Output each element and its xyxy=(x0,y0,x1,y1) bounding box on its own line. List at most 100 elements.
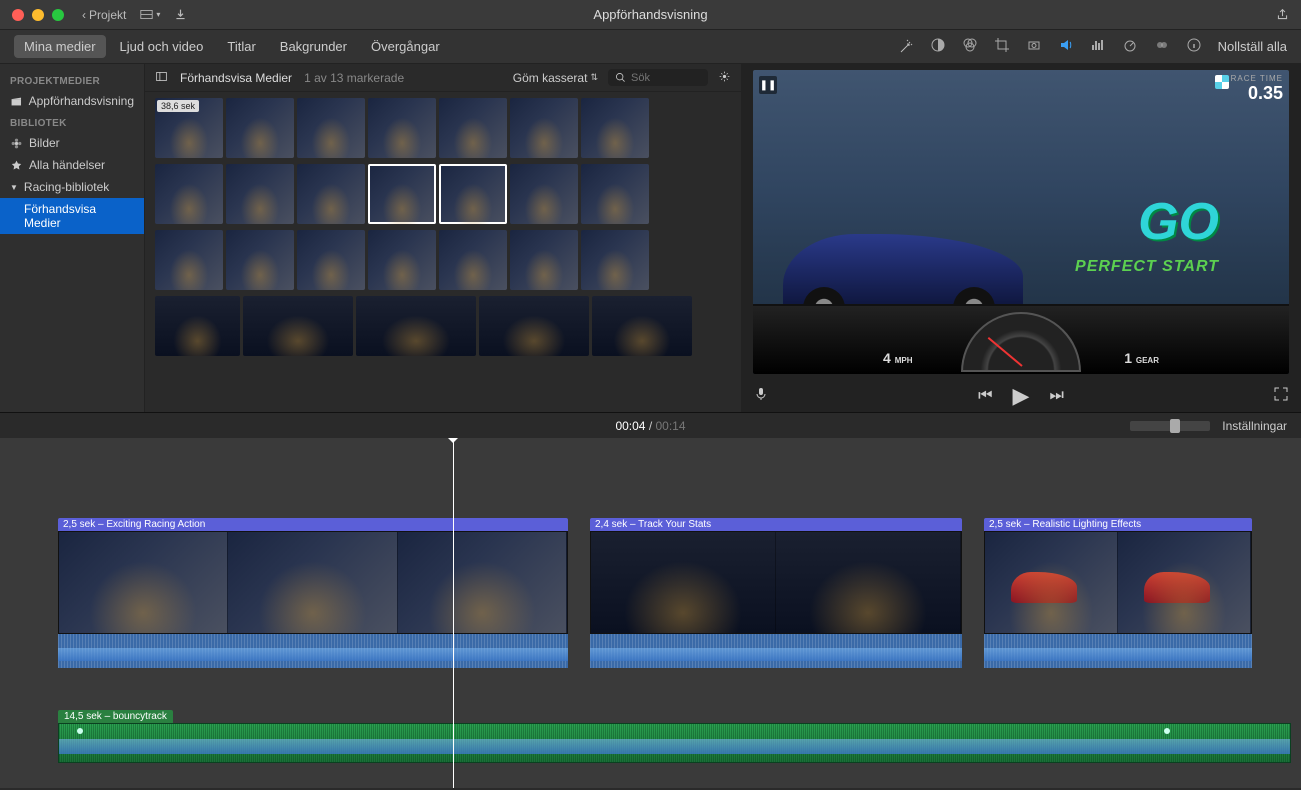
media-thumb[interactable]: 38,6 sek xyxy=(155,98,223,158)
clapper-icon xyxy=(10,95,23,108)
clip-audio-waveform[interactable] xyxy=(984,634,1252,668)
sidebar-toggle-icon[interactable] xyxy=(155,70,168,86)
media-thumb[interactable] xyxy=(243,296,353,356)
media-thumb[interactable] xyxy=(155,296,240,356)
chevron-left-icon: ‹ xyxy=(82,8,86,22)
media-thumb-selected[interactable] xyxy=(368,164,436,224)
stabilize-icon[interactable] xyxy=(1026,37,1042,56)
tab-transitions[interactable]: Övergångar xyxy=(361,35,450,58)
zoom-slider[interactable] xyxy=(1130,421,1210,431)
close-window[interactable] xyxy=(12,9,24,21)
media-tabs: Mina medier Ljud och video Titlar Bakgru… xyxy=(14,35,450,58)
timeline-clip[interactable]: 2,5 sek – Realistic Lighting Effects xyxy=(984,518,1252,668)
playhead[interactable] xyxy=(453,438,454,788)
equalizer-icon[interactable] xyxy=(1090,37,1106,56)
sidebar-label: Racing-bibliotek xyxy=(24,180,109,194)
film-icon xyxy=(140,8,153,21)
library-list-button[interactable]: ▾ xyxy=(140,8,160,21)
star-icon xyxy=(10,159,23,172)
timeline-clip[interactable]: 2,5 sek – Exciting Racing Action xyxy=(58,518,568,668)
voiceover-button[interactable] xyxy=(753,386,769,407)
media-thumb[interactable] xyxy=(226,230,294,290)
audio-track: 14,5 sek – bouncytrack xyxy=(58,708,1291,763)
browser-grid[interactable]: 38,6 sek xyxy=(145,92,741,412)
sidebar-item-all-events[interactable]: Alla händelser xyxy=(0,154,144,176)
timeline[interactable]: 2,5 sek – Exciting Racing Action 2,4 sek… xyxy=(0,438,1301,788)
settings-link[interactable]: Inställningar xyxy=(1222,419,1287,433)
color-balance-icon[interactable] xyxy=(930,37,946,56)
tab-my-media[interactable]: Mina medier xyxy=(14,35,106,58)
media-thumb[interactable] xyxy=(581,98,649,158)
media-thumb[interactable] xyxy=(155,230,223,290)
sidebar-item-app-preview[interactable]: Appförhandsvisning xyxy=(0,90,144,112)
game-dashboard: 4 MPH 1 GEAR xyxy=(753,304,1289,374)
media-thumb[interactable] xyxy=(479,296,589,356)
tab-audio-video[interactable]: Ljud och video xyxy=(110,35,214,58)
media-thumb[interactable] xyxy=(297,98,365,158)
timeline-clip[interactable]: 2,4 sek – Track Your Stats xyxy=(590,518,962,668)
back-button[interactable]: ‹ Projekt xyxy=(82,8,126,22)
fullscreen-button[interactable] xyxy=(1273,386,1289,407)
media-thumb[interactable] xyxy=(356,296,476,356)
filter-dropdown[interactable]: Göm kasserat ⇅ xyxy=(513,71,598,85)
media-thumb[interactable] xyxy=(155,164,223,224)
minimize-window[interactable] xyxy=(32,9,44,21)
media-thumb[interactable] xyxy=(297,164,365,224)
enhance-button[interactable] xyxy=(898,39,914,55)
clip-audio-waveform[interactable] xyxy=(58,634,568,668)
keyframe-icon[interactable] xyxy=(77,728,83,734)
zoom-window[interactable] xyxy=(52,9,64,21)
media-thumb[interactable] xyxy=(297,230,365,290)
media-thumb[interactable] xyxy=(368,98,436,158)
sidebar-item-racing-library[interactable]: ▼ Racing-bibliotek xyxy=(0,176,144,198)
crop-icon[interactable] xyxy=(994,37,1010,56)
tab-backgrounds[interactable]: Bakgrunder xyxy=(270,35,357,58)
color-correction-icon[interactable] xyxy=(962,37,978,56)
clip-audio-waveform[interactable] xyxy=(590,634,962,668)
volume-icon[interactable] xyxy=(1058,37,1074,56)
reset-all-button[interactable]: Nollställ alla xyxy=(1218,39,1287,54)
transport-bar: ⏮ ▶ ⏭ xyxy=(741,380,1301,412)
viewer-canvas[interactable]: ❚❚ RACE TIME 0.35 GO PERFECT START 4 MPH… xyxy=(753,70,1289,374)
sidebar-item-preview-media[interactable]: Förhandsvisa Medier xyxy=(0,198,144,234)
media-thumb[interactable] xyxy=(226,98,294,158)
effects-icon[interactable] xyxy=(1154,37,1170,56)
media-thumb[interactable] xyxy=(510,98,578,158)
media-thumb[interactable] xyxy=(226,164,294,224)
sidebar-item-photos[interactable]: Bilder xyxy=(0,132,144,154)
go-text: GO xyxy=(1138,192,1219,252)
search-input[interactable] xyxy=(631,72,701,84)
media-thumb-selected[interactable] xyxy=(439,164,507,224)
media-thumb[interactable] xyxy=(439,230,507,290)
share-button[interactable] xyxy=(1276,8,1289,21)
import-button[interactable] xyxy=(174,8,187,21)
sidebar-label: Appförhandsvisning xyxy=(29,94,134,108)
speed-icon[interactable] xyxy=(1122,37,1138,56)
media-thumb[interactable] xyxy=(510,164,578,224)
search-field[interactable] xyxy=(608,69,708,86)
dropdown-label: Göm kasserat xyxy=(513,71,588,85)
gear-readout: 1 GEAR xyxy=(1124,350,1159,366)
traffic-lights xyxy=(12,9,64,21)
media-thumb[interactable] xyxy=(592,296,692,356)
updown-icon: ⇅ xyxy=(590,72,598,83)
microphone-icon xyxy=(753,386,769,402)
media-thumb[interactable] xyxy=(510,230,578,290)
settings-gear-icon[interactable] xyxy=(718,70,731,86)
media-thumb[interactable] xyxy=(439,98,507,158)
next-button[interactable]: ⏭ xyxy=(1049,387,1063,405)
zoom-handle[interactable] xyxy=(1170,419,1180,433)
prev-button[interactable]: ⏮ xyxy=(978,387,992,405)
media-thumb[interactable] xyxy=(368,230,436,290)
media-thumb[interactable] xyxy=(581,230,649,290)
keyframe-icon[interactable] xyxy=(1164,728,1170,734)
clip-title: 2,5 sek – Realistic Lighting Effects xyxy=(984,518,1252,531)
audio-clip[interactable] xyxy=(58,723,1291,763)
play-button[interactable]: ▶ xyxy=(1013,383,1030,409)
timeline-header: 00:04 / 00:14 Inställningar xyxy=(0,412,1301,438)
browser-header: Förhandsvisa Medier 1 av 13 markerade Gö… xyxy=(145,64,741,92)
media-thumb[interactable] xyxy=(581,164,649,224)
tab-titles[interactable]: Titlar xyxy=(217,35,265,58)
info-icon[interactable] xyxy=(1186,37,1202,56)
disclosure-triangle-icon[interactable]: ▼ xyxy=(10,183,18,192)
